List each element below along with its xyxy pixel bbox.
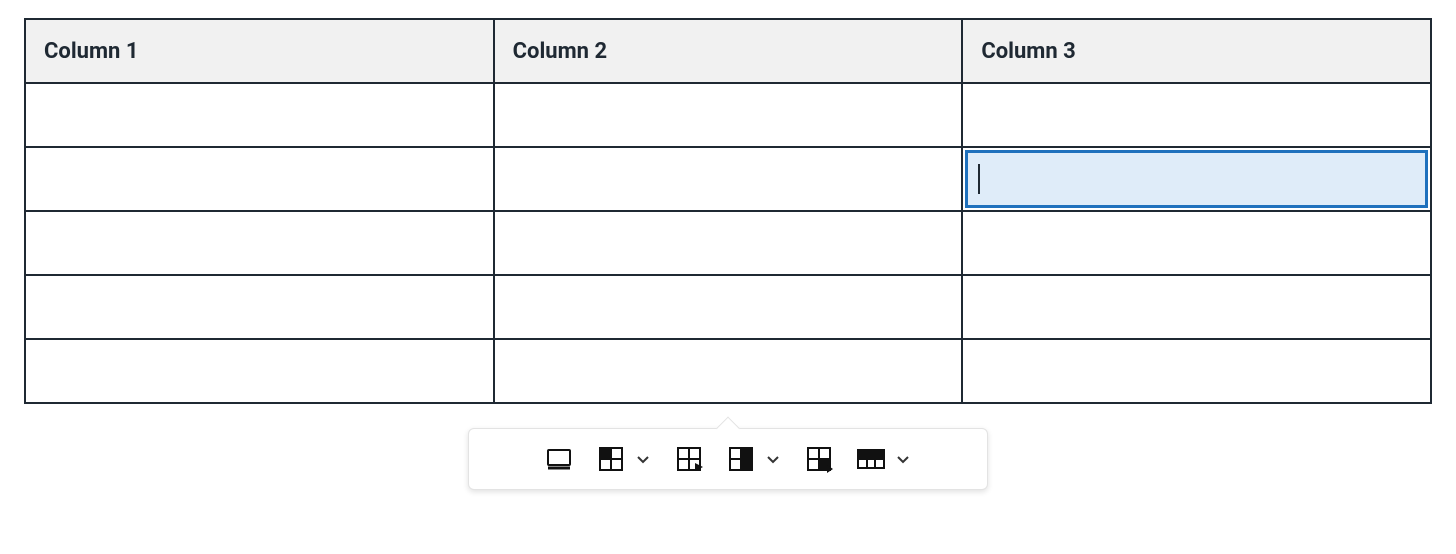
merge-cells-icon[interactable] (803, 443, 835, 475)
table-cell[interactable] (25, 83, 494, 147)
table-cell-selected[interactable] (962, 147, 1431, 211)
table-properties-icon[interactable] (543, 443, 575, 475)
table-cell[interactable] (494, 339, 963, 403)
table-row (25, 211, 1431, 275)
table-header-row: Column 1 Column 2 Column 3 (25, 19, 1431, 83)
cell-editing-area[interactable] (965, 150, 1428, 208)
table-cell[interactable] (25, 147, 494, 211)
table-cell[interactable] (962, 211, 1431, 275)
table-cell[interactable] (494, 275, 963, 339)
table-cell[interactable] (25, 275, 494, 339)
insert-row-icon[interactable] (673, 443, 705, 475)
table-toolbar (468, 428, 988, 490)
table-cell[interactable] (25, 339, 494, 403)
table-row (25, 339, 1431, 403)
table-row (25, 147, 1431, 211)
column-header[interactable]: Column 3 (962, 19, 1431, 83)
table-cell[interactable] (962, 275, 1431, 339)
table-header-icon[interactable] (855, 443, 887, 475)
table-cell[interactable] (494, 147, 963, 211)
table-cell[interactable] (962, 83, 1431, 147)
table-cell[interactable] (494, 211, 963, 275)
chevron-down-icon[interactable] (893, 443, 913, 475)
column-header[interactable]: Column 2 (494, 19, 963, 83)
table-cell[interactable] (25, 211, 494, 275)
table-cell-properties-icon[interactable] (595, 443, 627, 475)
table-cell[interactable] (962, 339, 1431, 403)
table-cell[interactable] (494, 83, 963, 147)
chevron-down-icon[interactable] (633, 443, 653, 475)
table-row (25, 83, 1431, 147)
chevron-down-icon[interactable] (763, 443, 783, 475)
insert-column-icon[interactable] (725, 443, 757, 475)
editable-table: Column 1 Column 2 Column 3 (24, 18, 1432, 404)
column-header[interactable]: Column 1 (25, 19, 494, 83)
text-caret (978, 164, 980, 194)
table-row (25, 275, 1431, 339)
